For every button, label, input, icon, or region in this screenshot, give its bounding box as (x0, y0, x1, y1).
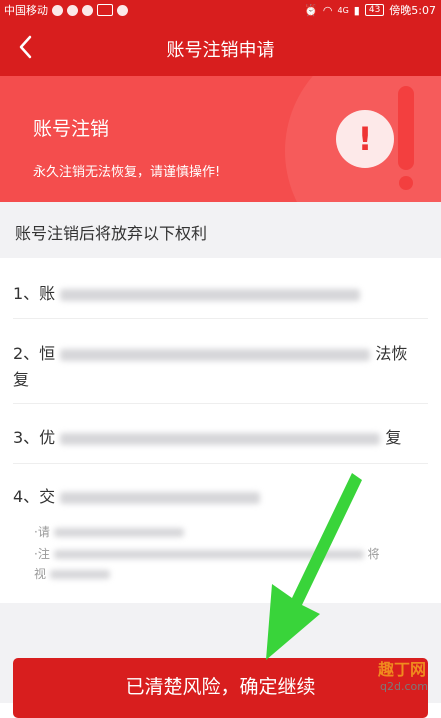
watermark-logo: 趣丁网 q2d.com (378, 660, 428, 693)
arrow-icon (266, 473, 362, 660)
arrow-annotation (266, 473, 362, 660)
